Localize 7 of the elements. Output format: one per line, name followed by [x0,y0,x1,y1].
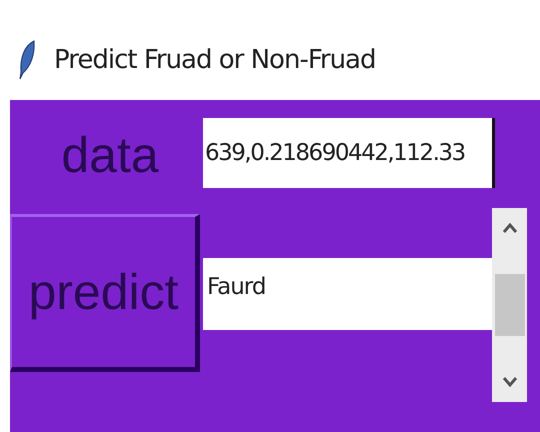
scrollbar[interactable] [492,208,527,402]
scrollbar-thumb[interactable] [494,274,524,336]
data-label: data [61,130,159,180]
feather-icon [18,40,36,80]
window-title: Predict Fruad or Non-Fruad [54,44,376,76]
result-box: Faurd [203,258,492,330]
data-input-field[interactable]: 639,0.218690442,112.33 [203,118,495,188]
